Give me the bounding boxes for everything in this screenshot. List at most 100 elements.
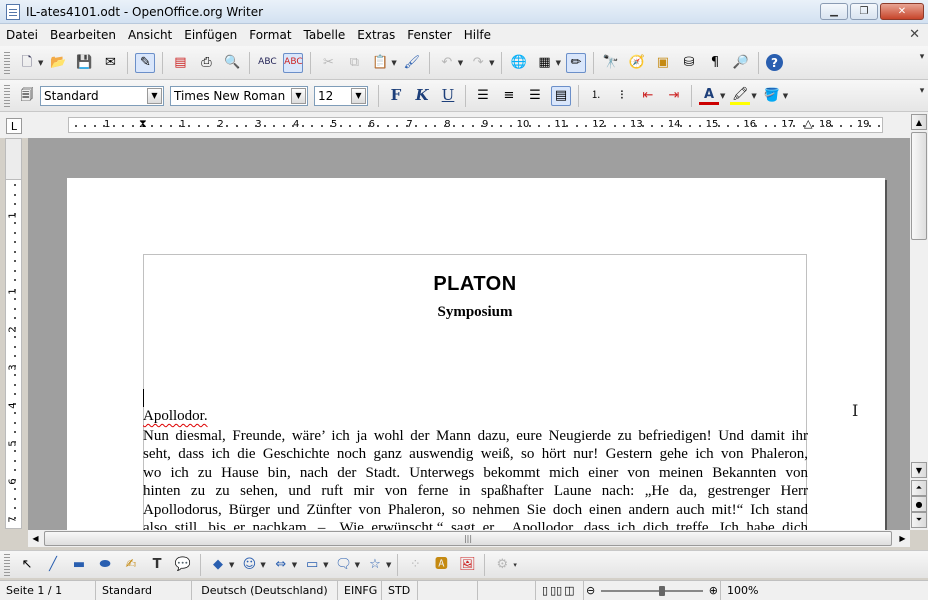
data-sources-icon[interactable]: ⛁ <box>679 53 699 73</box>
table-icon[interactable]: ▦ <box>535 53 555 73</box>
language-status[interactable]: Deutsch (Deutschland) <box>192 580 338 600</box>
selection-mode[interactable]: STD <box>382 580 418 600</box>
stars-icon[interactable]: ☆ <box>365 555 385 575</box>
font-color-dropdown-icon[interactable]: ▼ <box>720 92 725 100</box>
book-view-icon[interactable]: ◫ <box>564 584 574 597</box>
email-document-icon[interactable]: ✉ <box>100 53 120 73</box>
callout-icon[interactable]: 💬 <box>173 555 193 575</box>
styles-formatting-icon[interactable]: 🗐 <box>17 86 37 106</box>
block-arrows-icon[interactable]: ⇔ <box>271 555 291 575</box>
vertical-ruler[interactable]: 11234567 <box>5 179 22 529</box>
paragraph-style-select[interactable]: Standard ▼ <box>40 85 164 106</box>
zoom-icon[interactable]: 🔎 <box>731 53 751 73</box>
menu-einfuegen[interactable]: Einfügen <box>184 28 243 42</box>
page-number[interactable]: Seite 1 / 1 <box>0 580 96 600</box>
callouts-dropdown-icon[interactable]: ▼ <box>355 561 360 569</box>
cut-icon[interactable]: ✂ <box>318 53 338 73</box>
block-arrows-dropdown-icon[interactable]: ▼ <box>292 561 297 569</box>
document-page[interactable]: PLATON Symposium Apollodor. Nun diesmal,… <box>67 178 885 530</box>
select-pointer-icon[interactable]: ↖ <box>17 555 37 575</box>
align-center-icon[interactable]: ≡ <box>499 86 519 106</box>
vertical-scroll-thumb[interactable] <box>911 132 927 240</box>
tab-type-selector[interactable]: L <box>6 118 22 134</box>
document-subtitle[interactable]: Symposium <box>144 304 806 321</box>
underline-button[interactable]: U <box>438 86 458 106</box>
callouts-icon[interactable]: 🗨 <box>334 555 354 575</box>
highlighting-dropdown-icon[interactable]: ▼ <box>751 92 756 100</box>
extrusion-icon[interactable]: ⚙ <box>492 555 512 575</box>
gallery-icon[interactable]: ▣ <box>653 53 673 73</box>
line-icon[interactable]: ╱ <box>43 555 63 575</box>
hyperlink-icon[interactable]: 🌐 <box>509 53 529 73</box>
justify-icon[interactable]: ▤ <box>551 85 571 106</box>
close-window-button[interactable]: ✕ <box>880 3 924 20</box>
toolbar-overflow-icon[interactable]: ▾ <box>918 86 926 106</box>
format-paintbrush-icon[interactable]: 🖌 <box>402 53 422 73</box>
zoom-level[interactable]: 100% <box>720 580 764 600</box>
menu-hilfe[interactable]: Hilfe <box>464 28 497 42</box>
basic-shapes-icon[interactable]: ◆ <box>208 555 228 575</box>
from-file-icon[interactable]: 🖼 <box>457 555 477 575</box>
text-tool-icon[interactable]: T <box>147 555 167 575</box>
background-color-icon[interactable]: 🪣 <box>762 86 782 106</box>
new-dropdown-icon[interactable]: ▼ <box>38 59 43 67</box>
stars-dropdown-icon[interactable]: ▼ <box>386 561 391 569</box>
paste-dropdown-icon[interactable]: ▼ <box>391 59 396 67</box>
points-icon[interactable]: ⁘ <box>405 555 425 575</box>
find-replace-icon[interactable]: 🔭 <box>601 53 621 73</box>
multi-page-view-icon[interactable]: ▯▯ <box>550 584 562 597</box>
align-left-icon[interactable]: ☰ <box>473 86 493 106</box>
speaker-name[interactable]: Apollodor. <box>143 408 208 425</box>
help-icon[interactable]: ? <box>765 54 783 71</box>
right-indent-marker-icon[interactable]: △ <box>804 117 812 130</box>
italic-button[interactable]: K <box>412 86 432 106</box>
body-paragraph[interactable]: Nun diesmal, Freunde, wäre’ ich ja wohl … <box>143 427 808 530</box>
freeform-line-icon[interactable]: ✍ <box>121 555 141 575</box>
chevron-down-icon[interactable]: ▼ <box>351 87 366 104</box>
vertical-scrollbar[interactable]: ▲ ▼ ⏶ ● ⏷ <box>910 112 928 530</box>
horizontal-scroll-thumb[interactable]: ||| <box>44 531 892 546</box>
scroll-left-icon[interactable]: ◀ <box>28 531 43 546</box>
align-right-icon[interactable]: ☰ <box>525 86 545 106</box>
flowchart-icon[interactable]: ▭ <box>302 555 322 575</box>
menu-extras[interactable]: Extras <box>357 28 401 42</box>
scroll-right-icon[interactable]: ▶ <box>895 531 910 546</box>
bullets-icon[interactable]: ⁝ <box>612 86 632 106</box>
toolbar-overflow-icon[interactable]: ▾ <box>513 561 517 569</box>
show-draw-functions-icon[interactable]: ✏ <box>565 52 586 73</box>
left-indent-marker-icon[interactable]: ⧗ <box>139 117 147 131</box>
redo-icon[interactable]: ↷ <box>468 53 488 73</box>
next-page-icon[interactable]: ⏷ <box>911 512 927 528</box>
menu-ansicht[interactable]: Ansicht <box>128 28 178 42</box>
open-folder-icon[interactable]: 📂 <box>48 53 68 73</box>
navigation-icon[interactable]: ● <box>911 496 927 512</box>
font-name-select[interactable]: Times New Roman ▼ <box>170 85 308 106</box>
print-icon[interactable]: ⎙ <box>196 53 216 73</box>
auto-spellcheck-icon[interactable]: ABC <box>283 52 304 73</box>
maximize-button[interactable]: ❐ <box>850 3 878 20</box>
edit-file-icon[interactable]: ✎ <box>135 52 156 73</box>
scroll-up-icon[interactable]: ▲ <box>911 114 927 130</box>
spellcheck-icon[interactable]: ABC <box>257 53 277 73</box>
background-color-dropdown-icon[interactable]: ▼ <box>783 92 788 100</box>
redo-dropdown-icon[interactable]: ▼ <box>489 59 494 67</box>
ellipse-icon[interactable]: ⬬ <box>95 555 115 575</box>
increase-indent-icon[interactable]: ⇥ <box>664 86 684 106</box>
formatting-marks-icon[interactable]: ¶ <box>705 53 725 73</box>
chevron-down-icon[interactable]: ▼ <box>147 87 162 104</box>
font-color-button[interactable]: A <box>699 87 719 105</box>
export-pdf-icon[interactable]: ▤ <box>170 53 190 73</box>
flowchart-dropdown-icon[interactable]: ▼ <box>323 561 328 569</box>
scroll-down-icon[interactable]: ▼ <box>911 462 927 478</box>
menu-fenster[interactable]: Fenster <box>407 28 458 42</box>
zoom-in-icon[interactable]: ⊕ <box>709 584 718 597</box>
chevron-down-icon[interactable]: ▼ <box>291 87 306 104</box>
page-preview-icon[interactable]: 🔍 <box>222 53 242 73</box>
rectangle-icon[interactable]: ▬ <box>69 555 89 575</box>
horizontal-scrollbar[interactable]: ◀ ||| ▶ <box>28 530 910 547</box>
previous-page-icon[interactable]: ⏶ <box>911 480 927 496</box>
zoom-slider-handle[interactable] <box>659 585 666 596</box>
horizontal-ruler[interactable]: ⧗ △ 1 1 2 3 4 5 6 7 8 9 10 11 12 13 14 15 16 17 18 19 <box>68 117 883 133</box>
page-style[interactable]: Standard <box>96 580 192 600</box>
minimize-button[interactable]: ▁ <box>820 3 848 20</box>
